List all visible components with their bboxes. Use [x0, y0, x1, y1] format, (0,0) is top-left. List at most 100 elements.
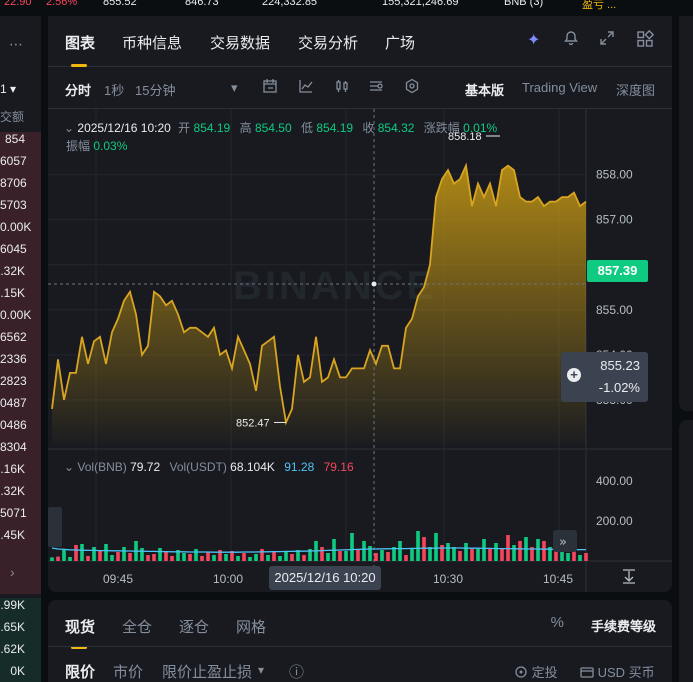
percent-icon: %: [550, 614, 564, 631]
more-icon[interactable]: ⋯: [9, 36, 24, 53]
ohlc-datetime: 2025/12/16 10:20: [77, 121, 171, 135]
volume-bar: [542, 541, 546, 561]
tab-trade-analysis[interactable]: 交易分析: [298, 32, 358, 53]
volume-bar: [74, 545, 78, 561]
precision-select[interactable]: 1 ▾: [0, 82, 16, 96]
orderbook-row[interactable]: 6562: [0, 330, 41, 352]
crosshair-dot: [371, 281, 377, 287]
orderbook-row[interactable]: 5071: [0, 506, 41, 528]
orderbook-row[interactable]: .65K: [0, 620, 41, 642]
orderbook-row[interactable]: 854: [0, 132, 41, 154]
buy-with-usd-link[interactable]: USD 买币: [580, 662, 655, 681]
interval-dropdown[interactable]: ▾: [231, 80, 238, 96]
ohlc-legend: ⌄ 2025/12/16 10:20 开 854.19 高 854.50 低 8…: [64, 119, 584, 155]
order-type-market[interactable]: 市价: [113, 661, 143, 682]
orderbook-row[interactable]: 8706: [0, 176, 41, 198]
volume-bar: [200, 556, 204, 561]
fee-level-link[interactable]: 手续费等级: [591, 616, 656, 635]
orderbook-row[interactable]: 6045: [0, 242, 41, 264]
volume-bar: [272, 551, 276, 561]
buy-with-usd-label: USD 买币: [597, 665, 655, 680]
vol-bnb-value: 79.72: [130, 460, 161, 474]
ticker-asset: BNB (3): [504, 0, 544, 8]
vol-collapse-icon[interactable]: ⌄: [64, 460, 74, 474]
tab-grid[interactable]: 网格: [236, 616, 266, 637]
volume-bar: [362, 541, 366, 561]
volume-bar: [68, 557, 72, 561]
volume-bar: [146, 555, 150, 561]
orderbook-row[interactable]: 0.00K: [0, 220, 41, 242]
recurring-buy-link[interactable]: 定投: [514, 662, 558, 681]
volume-bar: [194, 549, 198, 561]
orderbook-row[interactable]: .32K: [0, 484, 41, 506]
volume-bar: [224, 554, 228, 561]
volume-bar: [518, 541, 522, 561]
price-chart[interactable]: 858.00857.00856.00855.00854.00853.00BINA…: [48, 109, 672, 592]
interval-15m[interactable]: 15分钟: [135, 80, 175, 99]
expand-icon[interactable]: [599, 30, 615, 51]
settings-sliders-icon[interactable]: [368, 78, 384, 97]
calendar-icon[interactable]: [262, 78, 278, 97]
tab-cross-margin[interactable]: 全仓: [122, 616, 152, 637]
orderbook-row[interactable]: .99K: [0, 598, 41, 620]
stop-type-caret[interactable]: ▾: [258, 663, 264, 677]
indicator-icon[interactable]: [298, 78, 314, 97]
crosshair-percent: -1.02%: [598, 380, 640, 395]
view-depth[interactable]: 深度图: [616, 80, 655, 99]
tab-spot[interactable]: 现货: [65, 616, 95, 649]
add-order-plus-icon[interactable]: +: [567, 368, 581, 382]
orderbook-row[interactable]: [0, 550, 41, 572]
orderbook-row[interactable]: 5703: [0, 198, 41, 220]
orderbook-row[interactable]: 6057: [0, 154, 41, 176]
amp-value: 0.03%: [93, 139, 128, 153]
volume-bar: [476, 549, 480, 561]
divider: [48, 646, 672, 647]
tab-coin-info[interactable]: 币种信息: [122, 32, 182, 53]
view-basic[interactable]: 基本版: [465, 80, 504, 99]
volume-bar: [326, 553, 330, 561]
tab-square[interactable]: 广场: [385, 32, 415, 53]
orderbook-row[interactable]: [0, 572, 41, 594]
orderbook-row[interactable]: .62K: [0, 642, 41, 664]
volume-bar: [212, 555, 216, 561]
high-value: 854.50: [254, 121, 292, 135]
volume-legend: ⌄ Vol(BNB) 79.72 Vol(USDT) 68.104K 91.28…: [64, 460, 354, 474]
volume-bar: [254, 554, 258, 561]
view-tradingview[interactable]: Trading View: [522, 80, 597, 95]
bell-icon[interactable]: [563, 30, 579, 51]
orderbook-row[interactable]: .32K: [0, 264, 41, 286]
orderbook-row[interactable]: 2336: [0, 352, 41, 374]
orderbook-row[interactable]: .15K: [0, 286, 41, 308]
info-icon[interactable]: ⓘ: [289, 661, 304, 682]
chart-toolbar: 分时 1秒 15分钟 ▾ 基本版 Trading View 深度图: [48, 66, 672, 109]
orderbook-row[interactable]: 0486: [0, 418, 41, 440]
close-label: 收: [362, 121, 375, 135]
order-type-limit[interactable]: 限价: [65, 661, 95, 682]
layout-grid-icon[interactable]: [636, 29, 655, 53]
tab-chart[interactable]: 图表: [65, 32, 95, 67]
interval-timeline[interactable]: 分时: [65, 80, 91, 99]
orderbook-row[interactable]: .45K: [0, 528, 41, 550]
tab-trade-data[interactable]: 交易数据: [210, 32, 270, 53]
volume-bar: [284, 552, 288, 561]
chart-canvas[interactable]: 858.00857.00856.00855.00854.00853.00BINA…: [48, 109, 672, 592]
hexagon-settings-icon[interactable]: [404, 78, 420, 97]
orderbook-row[interactable]: 0K: [0, 664, 41, 682]
volume-bar: [512, 545, 516, 561]
interval-1s[interactable]: 1秒: [104, 80, 124, 99]
volume-bar: [356, 549, 360, 561]
crosshair-price: 855.23: [600, 358, 640, 373]
orderbook-row[interactable]: 2823: [0, 374, 41, 396]
tab-isolated-margin[interactable]: 逐仓: [179, 616, 209, 637]
x-tick-label: 10:30: [433, 572, 463, 586]
orderbook-row[interactable]: 0.00K: [0, 308, 41, 330]
orderbook-row[interactable]: 0487: [0, 396, 41, 418]
ohlc-collapse-icon[interactable]: ⌄: [64, 121, 74, 135]
candle-type-icon[interactable]: [334, 78, 350, 97]
orderbook-row[interactable]: .16K: [0, 462, 41, 484]
order-type-stop-limit[interactable]: 限价止盈止损: [162, 661, 252, 682]
orderbook-row[interactable]: 8304: [0, 440, 41, 462]
scroll-left-handle: [48, 507, 62, 547]
ai-sparkle-icon[interactable]: ✦: [527, 30, 540, 50]
chevron-right-icon[interactable]: ›: [10, 564, 15, 580]
